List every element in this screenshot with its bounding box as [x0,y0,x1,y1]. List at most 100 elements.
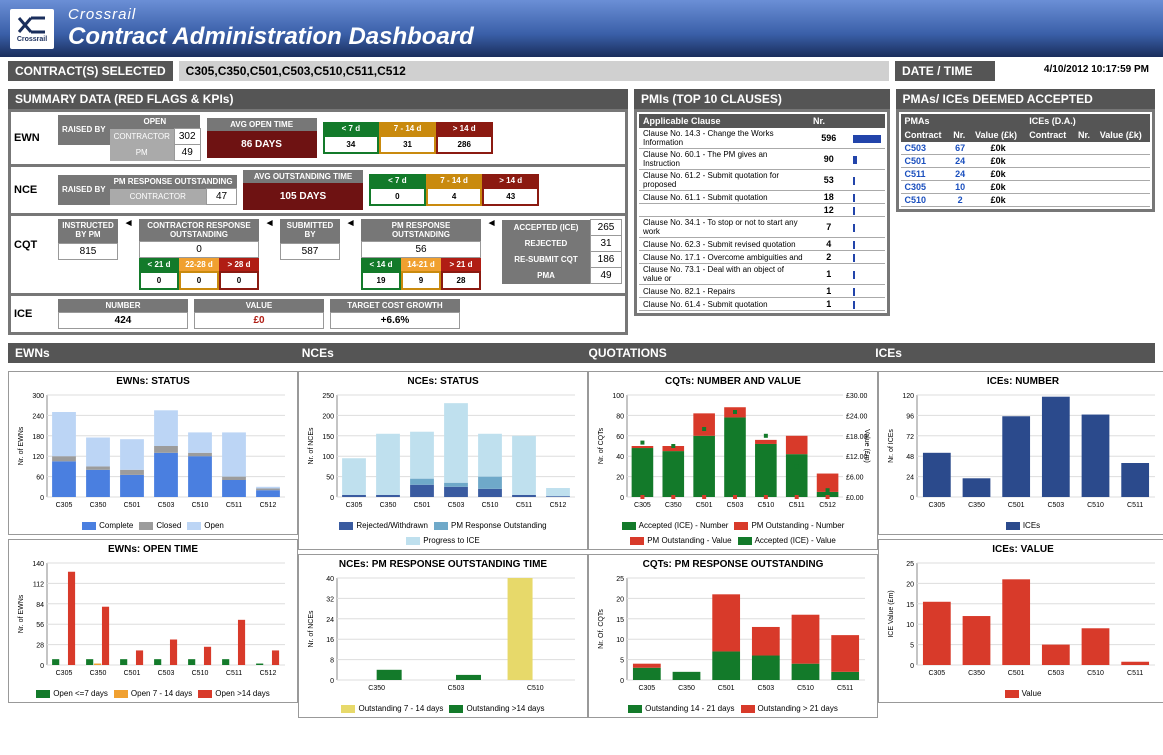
svg-text:C305: C305 [634,502,651,509]
svg-text:C503: C503 [448,502,465,509]
pmi-row[interactable]: Clause No. 62.3 - Submit revised quotati… [639,238,885,251]
chart-ewn-status[interactable]: EWNs: STATUS060120180240300Nr. of EWNsC3… [8,371,298,535]
crossrail-logo: Crossrail [10,9,54,49]
svg-text:24: 24 [906,475,914,482]
svg-text:C511: C511 [837,685,853,692]
svg-text:£30.00: £30.00 [846,393,868,400]
svg-text:C350: C350 [968,502,985,509]
svg-text:£12.00: £12.00 [846,454,868,461]
pmi-row[interactable]: Clause No. 73.1 - Deal with an object of… [639,264,885,285]
svg-text:C503: C503 [1047,502,1064,509]
chart-ice-val[interactable]: ICEs: VALUE0510152025ICE Value (£m)C305C… [878,539,1163,703]
svg-text:120: 120 [902,393,914,400]
svg-text:96: 96 [906,413,914,420]
svg-text:5: 5 [910,643,914,650]
svg-text:0: 0 [620,678,624,685]
pmi-row[interactable]: Clause No. 82.1 - Repairs1 [639,285,885,298]
svg-text:£6.00: £6.00 [846,475,864,482]
svg-text:C503: C503 [727,502,744,509]
svg-text:40: 40 [616,454,624,461]
svg-text:C350: C350 [678,685,695,692]
chart-nce-out[interactable]: NCEs: PM RESPONSE OUTSTANDING TIME081624… [298,554,588,718]
svg-text:0: 0 [330,678,334,685]
svg-text:C501: C501 [124,502,141,509]
svg-text:24: 24 [326,617,334,624]
svg-text:0: 0 [910,495,914,502]
svg-text:Nr. of ICEs: Nr. of ICEs [888,429,895,463]
svg-text:60: 60 [616,434,624,441]
svg-text:C503: C503 [448,685,465,692]
pmi-row[interactable]: 12 [639,204,885,217]
pma-row[interactable]: C5102£0k [901,194,1151,207]
svg-text:120: 120 [32,454,44,461]
svg-text:0: 0 [40,663,44,670]
svg-text:10: 10 [616,637,624,644]
contracts-selected[interactable]: C305,C350,C501,C503,C510,C511,C512 [179,61,889,81]
page-title: Contract Administration Dashboard [68,23,474,51]
svg-text:Nr. of NCEs: Nr. of NCEs [308,427,315,464]
pma-row[interactable]: C51124£0k [901,168,1151,181]
svg-text:C510: C510 [192,670,209,677]
svg-text:300: 300 [32,393,44,400]
svg-text:84: 84 [36,602,44,609]
pmi-row[interactable]: Clause No. 14.3 - Change the Works Infor… [639,128,885,149]
svg-text:C350: C350 [368,685,385,692]
svg-text:10: 10 [906,622,914,629]
ice-row: ICE NUMBER 424 VALUE £0 TARGET COST GROW… [14,299,622,329]
chart-nce-status[interactable]: NCEs: STATUS050100150200250Nr. of NCEsC3… [298,371,588,550]
pma-row[interactable]: C50367£0k [901,142,1151,155]
svg-text:20: 20 [616,475,624,482]
chart-cqt-out[interactable]: CQTs: PM RESPONSE OUTSTANDING0510152025N… [588,554,878,718]
svg-text:48: 48 [906,454,914,461]
cqt-row: CQT INSTRUCTED BY PM 815 ▶ CONTRACTOR RE… [14,219,622,290]
svg-text:C510: C510 [482,502,499,509]
ewn-row: EWN RAISED BY OPEN CONTRACTOR302 PM49 AV… [14,115,622,161]
pmi-row[interactable]: Clause No. 61.1 - Submit quotation18 [639,191,885,204]
svg-text:8: 8 [330,658,334,665]
svg-text:C501: C501 [1008,670,1025,677]
pmi-row[interactable]: Clause No. 17.1 - Overcome ambiguities a… [639,251,885,264]
svg-text:C503: C503 [158,502,175,509]
pmi-row[interactable]: Clause No. 61.2 - Submit quotation for p… [639,170,885,191]
panel-nces: NCEs [295,343,582,363]
svg-text:C511: C511 [226,670,242,677]
header-banner: Crossrail Crossrail Contract Administrat… [0,0,1163,57]
chart-cqt-nv[interactable]: CQTs: NUMBER AND VALUE020406080100Nr. of… [588,371,878,550]
svg-text:5: 5 [620,658,624,665]
svg-text:C501: C501 [718,685,735,692]
svg-text:15: 15 [906,602,914,609]
chart-ice-num[interactable]: ICEs: NUMBER024487296120Nr. of ICEsC305C… [878,371,1163,535]
pma-row[interactable]: C30510£0k [901,181,1151,194]
pmi-row[interactable]: Clause No. 61.4 - Submit quotation1 [639,298,885,311]
svg-text:C511: C511 [1127,502,1143,509]
pmi-row[interactable]: Clause No. 34.1 - To stop or not to star… [639,217,885,238]
svg-text:150: 150 [322,434,334,441]
pma-row[interactable]: C50124£0k [901,155,1151,168]
svg-text:28: 28 [36,643,44,650]
svg-text:112: 112 [33,581,44,588]
svg-text:15: 15 [616,617,624,624]
svg-text:£0.00: £0.00 [846,495,864,502]
svg-text:25: 25 [906,561,914,568]
pmi-table: Applicable ClauseNr. Clause No. 14.3 - C… [639,114,885,311]
svg-text:250: 250 [322,393,334,400]
svg-text:C305: C305 [928,502,945,509]
svg-text:C503: C503 [757,685,774,692]
svg-text:C510: C510 [527,685,544,692]
svg-text:C511: C511 [1127,670,1143,677]
pmi-row[interactable]: Clause No. 60.1 - The PM gives an Instru… [639,149,885,170]
chart-ewn-open[interactable]: EWNs: OPEN TIME0285684112140Nr. of EWNsC… [8,539,298,703]
panel-ices: ICEs [868,343,1155,363]
svg-text:C350: C350 [665,502,682,509]
svg-text:60: 60 [36,475,44,482]
svg-text:C350: C350 [968,670,985,677]
svg-text:80: 80 [616,413,624,420]
svg-text:72: 72 [906,434,914,441]
svg-text:16: 16 [326,637,334,644]
svg-text:32: 32 [326,596,334,603]
nce-row: NCE RAISED BY PM RESPONSE OUTSTANDING CO… [14,170,622,210]
svg-text:Nr. of NCEs: Nr. of NCEs [308,610,315,647]
svg-text:C501: C501 [696,502,713,509]
svg-text:C512: C512 [260,670,277,677]
svg-text:C305: C305 [346,502,363,509]
